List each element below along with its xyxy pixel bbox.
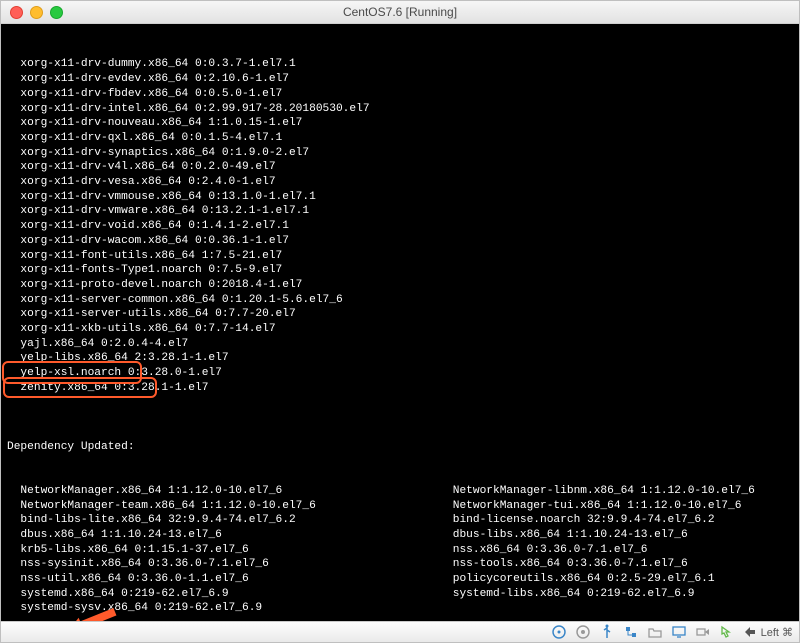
dependency-left: bind-libs-lite.x86_64 32:9.9.4-74.el7_6.… <box>7 513 439 528</box>
dependency-row: NetworkManager.x86_64 1:1.12.0-10.el7_6 … <box>7 484 793 499</box>
dependency-right: nss.x86_64 0:3.36.0-7.1.el7_6 <box>439 543 793 558</box>
terminal[interactable]: xorg-x11-drv-dummy.x86_64 0:0.3.7-1.el7.… <box>1 24 799 621</box>
network-icon[interactable] <box>623 624 639 640</box>
minimize-button[interactable] <box>30 6 43 19</box>
package-line: xorg-x11-drv-nouveau.x86_64 1:1.0.15-1.e… <box>7 116 793 131</box>
usb-icon[interactable] <box>599 624 615 640</box>
package-line: xorg-x11-server-utils.x86_64 0:7.7-20.el… <box>7 307 793 322</box>
package-line: xorg-x11-fonts-Type1.noarch 0:7.5-9.el7 <box>7 263 793 278</box>
dependency-row: nss-util.x86_64 0:3.36.0-1.1.el7_6 polic… <box>7 572 793 587</box>
package-line: xorg-x11-proto-devel.noarch 0:2018.4-1.e… <box>7 278 793 293</box>
package-line: xorg-x11-drv-fbdev.x86_64 0:0.5.0-1.el7 <box>7 87 793 102</box>
dependency-row: dbus.x86_64 1:1.10.24-13.el7_6 dbus-libs… <box>7 528 793 543</box>
package-line: xorg-x11-drv-dummy.x86_64 0:0.3.7-1.el7.… <box>7 57 793 72</box>
package-line: xorg-x11-drv-vmware.x86_64 0:13.2.1-1.el… <box>7 204 793 219</box>
keyboard-capture-icon <box>743 625 757 639</box>
package-line: yajl.x86_64 0:2.0.4-4.el7 <box>7 337 793 352</box>
package-line: xorg-x11-drv-evdev.x86_64 0:2.10.6-1.el7 <box>7 72 793 87</box>
package-line: xorg-x11-drv-vesa.x86_64 0:2.4.0-1.el7 <box>7 175 793 190</box>
dependency-row: systemd.x86_64 0:219-62.el7_6.9 systemd-… <box>7 587 793 602</box>
package-line: xorg-x11-drv-v4l.x86_64 0:0.2.0-49.el7 <box>7 160 793 175</box>
host-key-label: Left ⌘ <box>761 626 793 639</box>
dependency-left: systemd.x86_64 0:219-62.el7_6.9 <box>7 587 439 602</box>
package-list: xorg-x11-drv-dummy.x86_64 0:0.3.7-1.el7.… <box>7 57 793 410</box>
dependency-right: nss-tools.x86_64 0:3.36.0-7.1.el7_6 <box>439 557 793 572</box>
close-button[interactable] <box>10 6 23 19</box>
recording-icon[interactable] <box>695 624 711 640</box>
vm-window: CentOS7.6 [Running] xorg-x11-drv-dummy.x… <box>0 0 800 643</box>
mouse-integration-icon[interactable] <box>719 624 735 640</box>
package-line: xorg-x11-drv-qxl.x86_64 0:0.1.5-4.el7.1 <box>7 131 793 146</box>
package-line: yelp-xsl.noarch 0:3.28.0-1.el7 <box>7 366 793 381</box>
dependency-left: systemd-sysv.x86_64 0:219-62.el7_6.9 <box>7 601 439 616</box>
zoom-button[interactable] <box>50 6 63 19</box>
package-line: xorg-x11-drv-void.x86_64 0:1.4.1-2.el7.1 <box>7 219 793 234</box>
dependency-row: krb5-libs.x86_64 0:1.15.1-37.el7_6 nss.x… <box>7 543 793 558</box>
dependency-row: NetworkManager-team.x86_64 1:1.12.0-10.e… <box>7 499 793 514</box>
dependency-left: NetworkManager.x86_64 1:1.12.0-10.el7_6 <box>7 484 439 499</box>
optical-drive-icon[interactable] <box>575 624 591 640</box>
dependency-updated-header: Dependency Updated: <box>7 440 793 455</box>
dependency-right <box>439 601 793 616</box>
package-line: xorg-x11-xkb-utils.x86_64 0:7.7-14.el7 <box>7 322 793 337</box>
dependency-row: systemd-sysv.x86_64 0:219-62.el7_6.9 <box>7 601 793 616</box>
package-line: xorg-x11-drv-synaptics.x86_64 0:1.9.0-2.… <box>7 146 793 161</box>
statusbar: Left ⌘ <box>1 621 799 642</box>
host-key-indicator[interactable]: Left ⌘ <box>743 625 793 639</box>
display-icon[interactable] <box>671 624 687 640</box>
dependency-right: bind-license.noarch 32:9.9.4-74.el7_6.2 <box>439 513 793 528</box>
titlebar: CentOS7.6 [Running] <box>1 1 799 24</box>
package-line: zenity.x86_64 0:3.28.1-1.el7 <box>7 381 793 396</box>
dependency-right: dbus-libs.x86_64 1:1.10.24-13.el7_6 <box>439 528 793 543</box>
hard-disk-icon[interactable] <box>551 624 567 640</box>
dependency-row: nss-sysinit.x86_64 0:3.36.0-7.1.el7_6 ns… <box>7 557 793 572</box>
package-line: xorg-x11-server-common.x86_64 0:1.20.1-5… <box>7 293 793 308</box>
dependency-right: NetworkManager-tui.x86_64 1:1.12.0-10.el… <box>439 499 793 514</box>
dependency-left: nss-util.x86_64 0:3.36.0-1.1.el7_6 <box>7 572 439 587</box>
package-line <box>7 396 793 411</box>
package-line: xorg-x11-drv-intel.x86_64 0:2.99.917-28.… <box>7 102 793 117</box>
dependency-left: nss-sysinit.x86_64 0:3.36.0-7.1.el7_6 <box>7 557 439 572</box>
dependency-left: krb5-libs.x86_64 0:1.15.1-37.el7_6 <box>7 543 439 558</box>
dependency-left: dbus.x86_64 1:1.10.24-13.el7_6 <box>7 528 439 543</box>
package-line: xorg-x11-drv-wacom.x86_64 0:0.36.1-1.el7 <box>7 234 793 249</box>
package-line: xorg-x11-drv-vmmouse.x86_64 0:13.1.0-1.e… <box>7 190 793 205</box>
dependency-columns: NetworkManager.x86_64 1:1.12.0-10.el7_6 … <box>7 484 793 616</box>
dependency-right: systemd-libs.x86_64 0:219-62.el7_6.9 <box>439 587 793 602</box>
window-title: CentOS7.6 [Running] <box>1 5 799 19</box>
dependency-right: NetworkManager-libnm.x86_64 1:1.12.0-10.… <box>439 484 793 499</box>
window-controls <box>1 6 63 19</box>
package-line: xorg-x11-font-utils.x86_64 1:7.5-21.el7 <box>7 249 793 264</box>
package-line: yelp-libs.x86_64 2:3.28.1-1.el7 <box>7 351 793 366</box>
dependency-right: policycoreutils.x86_64 0:2.5-29.el7_6.1 <box>439 572 793 587</box>
shared-folders-icon[interactable] <box>647 624 663 640</box>
dependency-left: NetworkManager-team.x86_64 1:1.12.0-10.e… <box>7 499 439 514</box>
dependency-row: bind-libs-lite.x86_64 32:9.9.4-74.el7_6.… <box>7 513 793 528</box>
